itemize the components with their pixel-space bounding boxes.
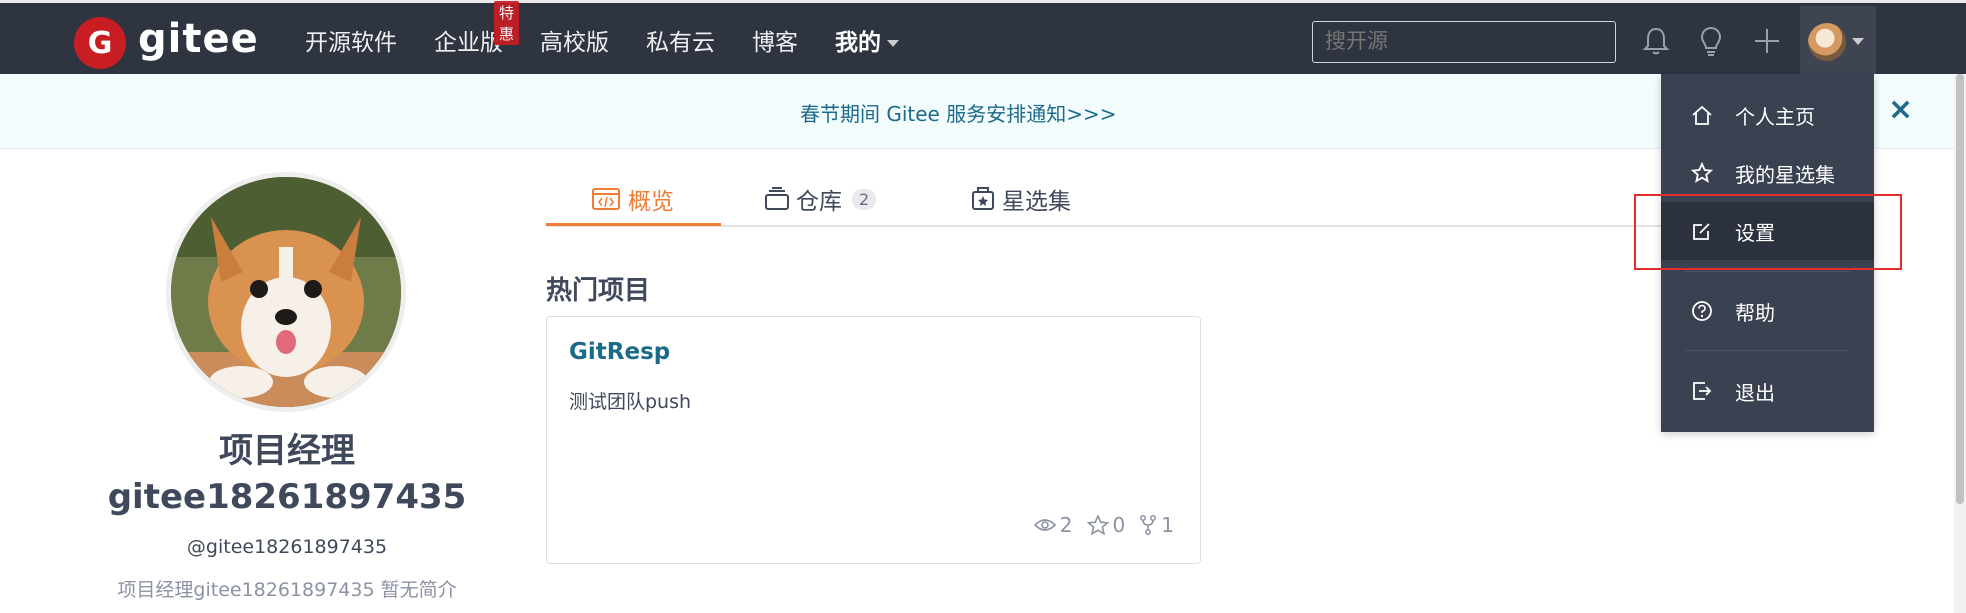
page-scrollbar[interactable]: [1954, 74, 1966, 613]
star-icon: [1691, 162, 1713, 183]
star-icon: [1086, 515, 1109, 535]
tab-repositories[interactable]: 仓库 2: [764, 182, 877, 216]
menu-item-help[interactable]: 帮助: [1661, 282, 1874, 340]
menu-item-my-collections-label: 我的星选集: [1735, 162, 1835, 187]
plus-icon[interactable]: [1749, 23, 1785, 59]
repo-stack-icon: [765, 187, 789, 210]
home-icon: [1692, 105, 1712, 125]
fork-count: 1: [1161, 513, 1174, 537]
menu-item-homepage[interactable]: 个人主页: [1661, 86, 1874, 144]
collection-star-icon: [972, 187, 994, 210]
nav-link-enterprise[interactable]: 企业版 特惠: [434, 1, 520, 57]
search-input[interactable]: [1312, 21, 1616, 63]
fork-icon: [1140, 515, 1157, 535]
nav-link-mine[interactable]: 我的: [835, 23, 899, 57]
menu-item-help-label: 帮助: [1735, 300, 1775, 325]
profile-bio: 项目经理gitee18261897435 暂无简介: [117, 579, 457, 601]
project-card[interactable]: GitResp 测试团队push 2 0 1: [546, 316, 1201, 564]
top-navbar: G gitee 开源软件 企业版 特惠 高校版 私有云 博客 我的: [0, 0, 1966, 77]
menu-divider: [1685, 350, 1850, 351]
logo-text: gitee: [138, 16, 259, 62]
scrollbar-thumb[interactable]: [1956, 74, 1964, 504]
nav-link-mine-label: 我的: [835, 30, 881, 56]
dog-photo-illustration: [171, 177, 401, 407]
tab-overview[interactable]: 概览: [592, 182, 674, 216]
promo-badge: 特惠: [494, 1, 520, 45]
tab-repositories-label: 仓库: [796, 189, 842, 215]
user-menu-trigger[interactable]: [1800, 6, 1876, 77]
project-description: 测试团队push: [569, 391, 692, 413]
star-count: 0: [1112, 513, 1126, 537]
project-name-link[interactable]: GitResp: [569, 339, 670, 365]
repo-count-badge: 2: [852, 188, 877, 210]
nav-link-open-source[interactable]: 开源软件: [305, 23, 397, 57]
project-stats: 2 0 1: [1020, 513, 1174, 537]
lightbulb-icon[interactable]: [1693, 23, 1729, 59]
gitee-logo[interactable]: G gitee: [74, 17, 259, 69]
menu-item-logout[interactable]: 退出: [1661, 362, 1874, 420]
logout-icon: [1693, 382, 1712, 400]
profile-handle: @gitee18261897435: [186, 536, 388, 558]
nav-link-private-cloud[interactable]: 私有云: [646, 23, 715, 57]
watch-stat[interactable]: 2: [1033, 513, 1073, 537]
code-window-icon: [592, 188, 620, 210]
chevron-down-icon: [887, 40, 899, 47]
bell-icon[interactable]: [1638, 23, 1674, 59]
tab-overview-label: 概览: [628, 189, 674, 215]
active-tab-indicator: [546, 223, 721, 226]
close-icon[interactable]: ×: [1888, 92, 1913, 127]
menu-item-homepage-label: 个人主页: [1735, 104, 1815, 129]
avatar: [1808, 22, 1846, 61]
fork-stat[interactable]: 1: [1139, 513, 1174, 537]
chevron-down-icon: [1852, 38, 1864, 45]
profile-name: 项目经理gitee18261897435: [107, 431, 467, 517]
nav-link-enterprise-label: 企业版: [434, 30, 503, 56]
menu-divider: [1685, 271, 1850, 272]
nav-links: 开源软件 企业版 特惠 高校版 私有云 博客 我的: [305, 1, 936, 77]
section-title: 热门项目: [546, 276, 651, 306]
tab-star-collections-label: 星选集: [1002, 189, 1071, 215]
notice-link[interactable]: 春节期间 Gitee 服务安排通知>>>: [800, 98, 1117, 127]
tab-star-collections[interactable]: 星选集: [970, 182, 1071, 216]
star-stat[interactable]: 0: [1086, 513, 1126, 537]
profile-avatar: [166, 172, 406, 412]
profile-photo: [171, 177, 401, 407]
eye-icon: [1033, 519, 1056, 531]
nav-link-blog[interactable]: 博客: [752, 23, 798, 57]
highlight-annotation-box: [1634, 194, 1902, 270]
help-icon: [1692, 301, 1712, 321]
nav-link-education[interactable]: 高校版: [540, 23, 609, 57]
watch-count: 2: [1059, 513, 1073, 537]
menu-item-logout-label: 退出: [1735, 380, 1775, 405]
gitee-logo-icon: G: [74, 17, 126, 69]
